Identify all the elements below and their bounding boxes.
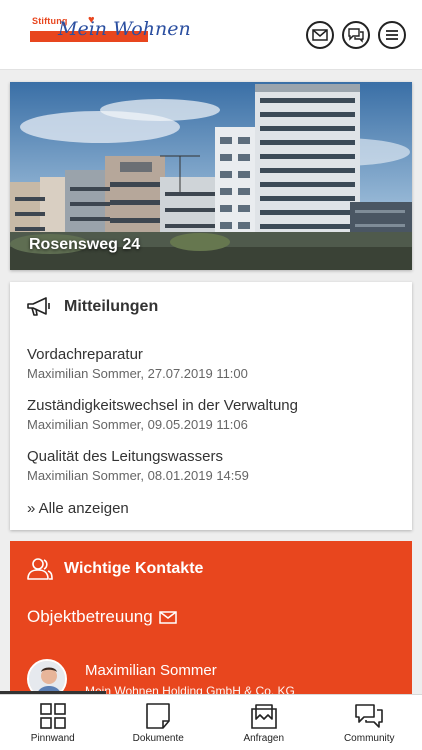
logo[interactable]: Stiftung ♥ Mein Wohnen <box>28 14 191 56</box>
contacts-card: Wichtige Kontakte Objektbetreuung Maximi… <box>10 541 412 701</box>
tab-label: Pinnwand <box>30 733 75 744</box>
messages-header: Mitteilungen <box>26 296 158 318</box>
logo-script-text: Mein Wohnen <box>58 18 191 40</box>
object-support-label: Objektbetreuung <box>27 607 153 626</box>
message-meta: Maximilian Sommer, 08.01.2019 14:59 <box>27 468 249 483</box>
community-icon <box>355 704 384 728</box>
mail-button[interactable] <box>306 21 334 49</box>
message-title: Vordachreparatur <box>27 346 143 363</box>
menu-icon <box>386 30 398 40</box>
mail-icon <box>312 29 328 41</box>
people-icon <box>27 558 53 580</box>
message-title: Zuständigkeitswechsel in der Verwaltung <box>27 397 298 414</box>
message-item[interactable]: Vordachreparatur Maximilian Sommer, 27.0… <box>27 346 248 381</box>
bottom-navigation: Pinnwand Dokumente Anfragen Community <box>0 691 422 750</box>
active-tab-indicator <box>0 691 106 694</box>
inbox-icon <box>250 704 277 729</box>
message-meta: Maximilian Sommer, 09.05.2019 11:06 <box>27 417 248 432</box>
messages-title: Mitteilungen <box>64 298 159 315</box>
tab-label: Dokumente <box>132 733 184 744</box>
property-title: Rosensweg 24 <box>29 236 141 253</box>
chat-icon <box>348 28 364 43</box>
message-item[interactable]: Qualität des Leitungswassers Maximilian … <box>27 448 249 483</box>
app-header: Stiftung ♥ Mein Wohnen <box>0 0 422 70</box>
tab-label: Anfragen <box>243 733 285 744</box>
grid-icon <box>39 703 66 729</box>
show-all-link[interactable]: » Alle anzeigen <box>27 500 129 517</box>
tab-anfragen[interactable]: Anfragen <box>211 695 317 750</box>
menu-button[interactable] <box>378 21 406 49</box>
contacts-header: Wichtige Kontakte <box>26 557 203 581</box>
tab-dokumente[interactable]: Dokumente <box>106 695 212 750</box>
contacts-title: Wichtige Kontakte <box>64 560 204 577</box>
tab-label: Community <box>343 733 395 744</box>
tab-community[interactable]: Community <box>317 695 422 750</box>
message-meta: Maximilian Sommer, 27.07.2019 11:00 <box>27 366 248 381</box>
document-icon <box>146 703 171 729</box>
object-support-link[interactable]: Objektbetreuung <box>27 607 177 627</box>
contact-name: Maximilian Sommer <box>85 662 217 679</box>
megaphone-icon <box>27 297 50 316</box>
tab-pinnwand[interactable]: Pinnwand <box>0 695 106 750</box>
property-hero-image[interactable]: Rosensweg 24 <box>10 82 412 270</box>
chat-button[interactable] <box>342 21 370 49</box>
messages-card: Mitteilungen Vordachreparatur Maximilian… <box>10 282 412 530</box>
message-title: Qualität des Leitungswassers <box>27 448 223 465</box>
envelope-icon <box>158 610 177 624</box>
message-item[interactable]: Zuständigkeitswechsel in der Verwaltung … <box>27 397 298 432</box>
